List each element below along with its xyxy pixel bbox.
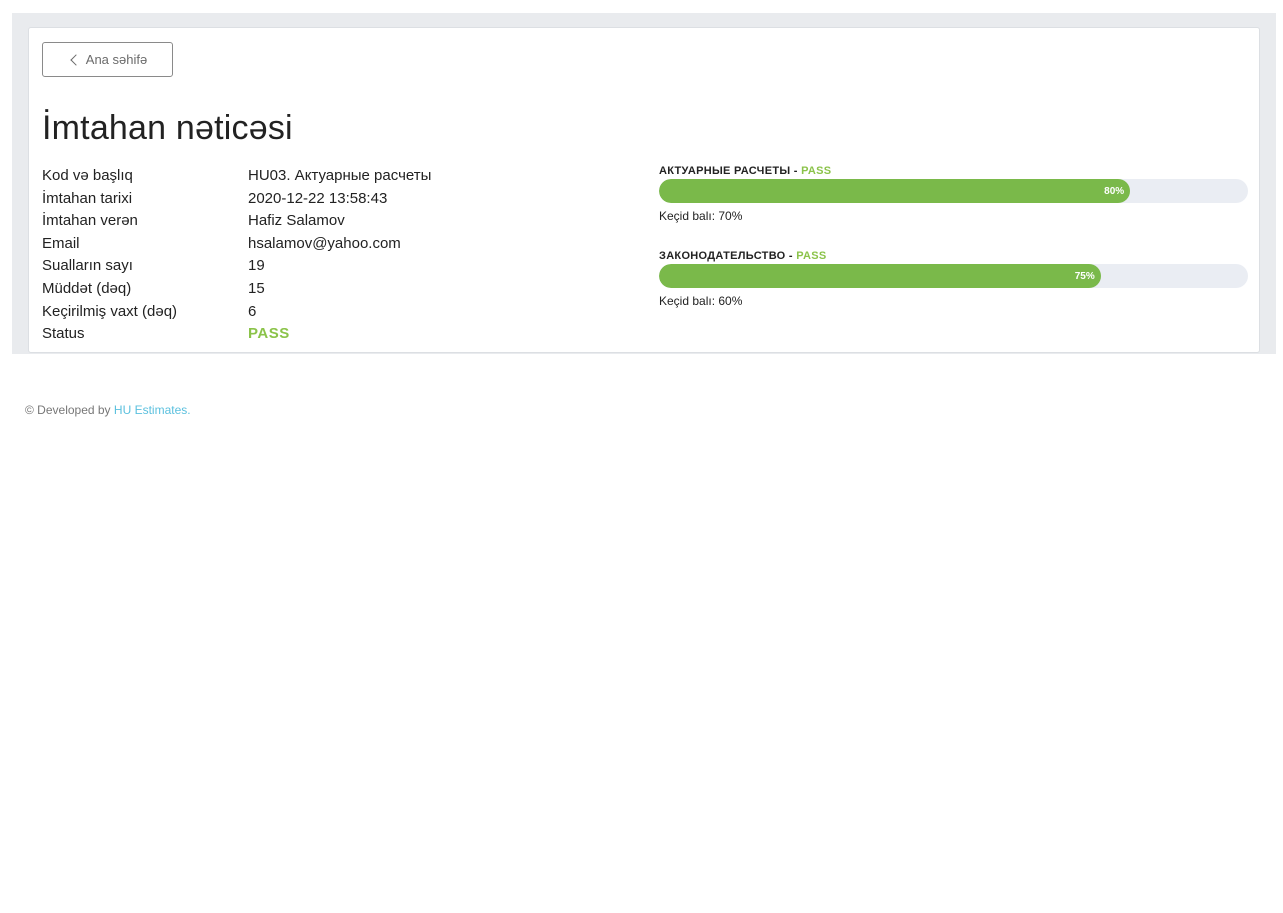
score-progress-bar: 80% [659,179,1248,203]
status-badge: PASS [248,325,290,343]
info-label: Status [42,325,85,343]
info-label: Sualların sayı [42,257,133,275]
score-percent-label: 75% [1074,270,1095,282]
info-label: İmtahan tarixi [42,189,133,207]
footer-text: © Developed by [25,403,114,417]
info-row-status: Status PASS [42,323,602,346]
section-status: PASS [801,165,832,177]
section-results: АКТУАРНЫЕ РАСЧЕТЫ - PASS 80% Keçid balı:… [659,164,1248,334]
exam-info-table: Kod və başlıq HU03. Актуарные расчеты İm… [42,165,602,346]
info-row-code: Kod və başlıq HU03. Актуарные расчеты [42,165,602,188]
chevron-left-icon [70,54,82,66]
score-percent-label: 80% [1104,185,1125,197]
section-name: ЗАКОНОДАТЕЛЬСТВО [659,250,786,262]
info-value: 2020-12-22 13:58:43 [248,189,388,207]
section-result: ЗАКОНОДАТЕЛЬСТВО - PASS 75% Keçid balı: … [659,249,1248,308]
info-value: 15 [248,279,265,297]
info-row-duration: Müddət (dəq) 15 [42,278,602,301]
top-strip [0,0,1283,13]
info-label: Müddət (dəq) [42,279,132,297]
info-row-question-count: Sualların sayı 19 [42,255,602,278]
section-result: АКТУАРНЫЕ РАСЧЕТЫ - PASS 80% Keçid balı:… [659,164,1248,223]
info-label: Keçirilmiş vaxt (dəq) [42,302,178,320]
section-title: ЗАКОНОДАТЕЛЬСТВО - PASS [659,249,1248,263]
info-row-email: Email hsalamov@yahoo.com [42,233,602,256]
section-status: PASS [796,250,827,262]
footer: © Developed by HU Estimates. [25,403,191,417]
score-progress-bar: 75% [659,264,1248,288]
info-row-time-spent: Keçirilmiş vaxt (dəq) 6 [42,301,602,324]
info-label: İmtahan verən [42,212,138,230]
back-home-label: Ana səhifə [85,52,148,67]
info-value: hsalamov@yahoo.com [248,234,401,252]
info-value: Hafiz Salamov [248,212,345,230]
section-separator: - [785,250,797,262]
section-title: АКТУАРНЫЕ РАСЧЕТЫ - PASS [659,164,1248,178]
back-home-button[interactable]: Ana səhifə [42,42,173,77]
info-value: HU03. Актуарные расчеты [248,167,432,184]
page-title: İmtahan nəticəsi [42,109,293,147]
developer-link[interactable]: HU Estimates. [114,403,191,417]
info-label: Email [42,234,80,252]
info-row-examinee: İmtahan verən Hafiz Salamov [42,210,602,233]
info-label: Kod və başlıq [42,167,133,184]
info-value: 6 [248,302,257,320]
result-card: Ana səhifə İmtahan nəticəsi Kod və başlı… [28,27,1260,353]
info-value: 19 [248,257,265,275]
section-separator: - [790,165,802,177]
score-progress-fill: 75% [659,264,1101,288]
pass-mark: Keçid balı: 70% [659,209,743,223]
score-progress-fill: 80% [659,179,1131,203]
info-row-date: İmtahan tarixi 2020-12-22 13:58:43 [42,188,602,211]
pass-mark: Keçid balı: 60% [659,294,743,308]
section-name: АКТУАРНЫЕ РАСЧЕТЫ [659,165,791,177]
